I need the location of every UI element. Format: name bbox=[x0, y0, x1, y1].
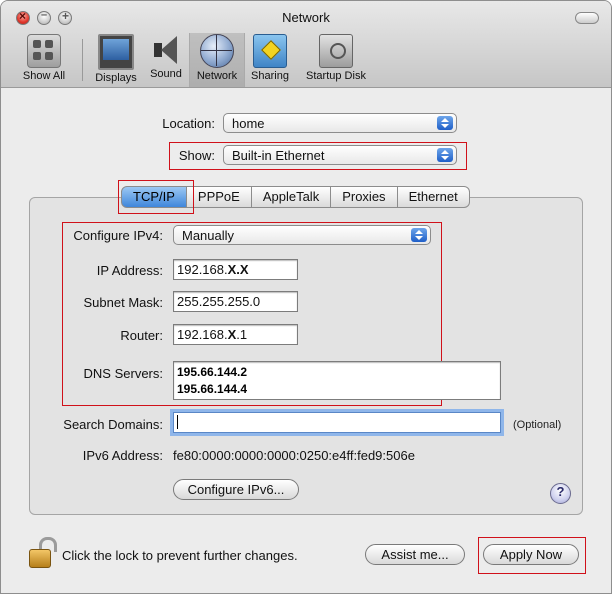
router-field[interactable]: 192.168.X.1 bbox=[173, 324, 298, 345]
router-masked: X bbox=[227, 327, 237, 342]
assist-me-button[interactable]: Assist me... bbox=[365, 544, 465, 565]
help-button[interactable]: ? bbox=[550, 483, 571, 504]
optional-hint: (Optional) bbox=[513, 419, 562, 431]
lock-message: Click the lock to prevent further change… bbox=[62, 548, 298, 563]
configure-ipv4-popup[interactable]: Manually bbox=[173, 225, 431, 245]
ipv6-address-label: IPv6 Address: bbox=[82, 448, 163, 463]
tcpip-tab-highlight-box bbox=[118, 180, 194, 214]
apply-now-highlight-box bbox=[478, 537, 586, 574]
toolbar-label: Displays bbox=[95, 72, 137, 84]
router-prefix: 192.168. bbox=[177, 327, 228, 342]
ipv6-address-value: fe80:0000:0000:0000:0250:e4ff:fed9:506e bbox=[173, 448, 415, 463]
tab-pppoe[interactable]: PPPoE bbox=[186, 186, 252, 208]
sharing-icon bbox=[253, 34, 287, 68]
show-popup[interactable]: Built-in Ethernet bbox=[223, 145, 457, 165]
dns-server-entry: 195.66.144.4 bbox=[177, 382, 248, 396]
window-title: Network bbox=[282, 10, 330, 25]
toolbar-label: Show All bbox=[22, 70, 66, 82]
location-popup[interactable]: home bbox=[223, 113, 457, 133]
text-caret bbox=[177, 415, 178, 429]
router-suffix: .1 bbox=[236, 327, 248, 342]
popup-arrows-icon bbox=[437, 116, 453, 130]
dns-server-entry: 195.66.144.2 bbox=[177, 365, 248, 379]
location-label: Location: bbox=[162, 116, 215, 131]
ip-address-prefix: 192.168. bbox=[177, 262, 228, 277]
startup-disk-icon bbox=[319, 34, 353, 68]
configure-ipv6-button[interactable]: Configure IPv6... bbox=[173, 479, 299, 500]
search-domains-field[interactable] bbox=[173, 412, 501, 433]
popup-arrows-icon bbox=[437, 148, 453, 162]
search-domains-label: Search Domains: bbox=[63, 417, 163, 432]
toolbar-sharing[interactable]: Sharing bbox=[245, 34, 295, 82]
show-value: Built-in Ethernet bbox=[232, 148, 325, 163]
popup-arrows-icon bbox=[411, 228, 427, 242]
lock-icon[interactable] bbox=[29, 537, 57, 568]
toolbar-separator bbox=[82, 39, 83, 81]
network-icon bbox=[200, 34, 234, 68]
toolbar-displays[interactable]: Displays bbox=[89, 34, 143, 84]
toolbar-show-all[interactable]: Show All bbox=[15, 34, 73, 82]
dns-servers-label: DNS Servers: bbox=[83, 366, 163, 381]
tab-appletalk[interactable]: AppleTalk bbox=[251, 186, 332, 208]
configure-ipv4-label: Configure IPv4: bbox=[73, 228, 163, 243]
toolbar-network[interactable]: Network bbox=[189, 33, 245, 87]
sound-icon bbox=[150, 34, 182, 66]
network-preferences-window: Network Show All Displays Sound Network … bbox=[0, 0, 612, 594]
toolbar-toggle-button[interactable] bbox=[575, 12, 599, 24]
router-label: Router: bbox=[120, 328, 163, 343]
toolbar-label: Sharing bbox=[251, 70, 289, 82]
ip-address-label: IP Address: bbox=[96, 263, 163, 278]
show-label: Show: bbox=[178, 148, 215, 163]
toolbar-sound[interactable]: Sound bbox=[145, 34, 187, 80]
subnet-mask-field[interactable]: 255.255.255.0 bbox=[173, 291, 298, 312]
title-bar: Network Show All Displays Sound Network … bbox=[1, 1, 611, 88]
toolbar-label: Sound bbox=[150, 68, 182, 80]
show-all-icon bbox=[27, 34, 61, 68]
displays-icon bbox=[98, 34, 134, 70]
toolbar-startup-disk[interactable]: Startup Disk bbox=[299, 34, 373, 82]
toolbar-label: Startup Disk bbox=[306, 70, 366, 82]
ip-address-masked: X.X bbox=[227, 262, 249, 277]
subnet-mask-label: Subnet Mask: bbox=[83, 295, 164, 310]
location-value: home bbox=[232, 116, 265, 131]
tab-proxies[interactable]: Proxies bbox=[331, 186, 398, 208]
ip-address-field[interactable]: 192.168.X.X bbox=[173, 259, 298, 280]
network-pane: Location: home Show: Built-in Ethernet T… bbox=[9, 89, 603, 583]
tab-ethernet[interactable]: Ethernet bbox=[397, 186, 470, 208]
configure-ipv4-value: Manually bbox=[182, 228, 235, 243]
lock-body bbox=[29, 549, 51, 568]
dns-servers-field[interactable]: 195.66.144.2 195.66.144.4 bbox=[173, 361, 501, 400]
toolbar-label: Network bbox=[196, 70, 238, 82]
